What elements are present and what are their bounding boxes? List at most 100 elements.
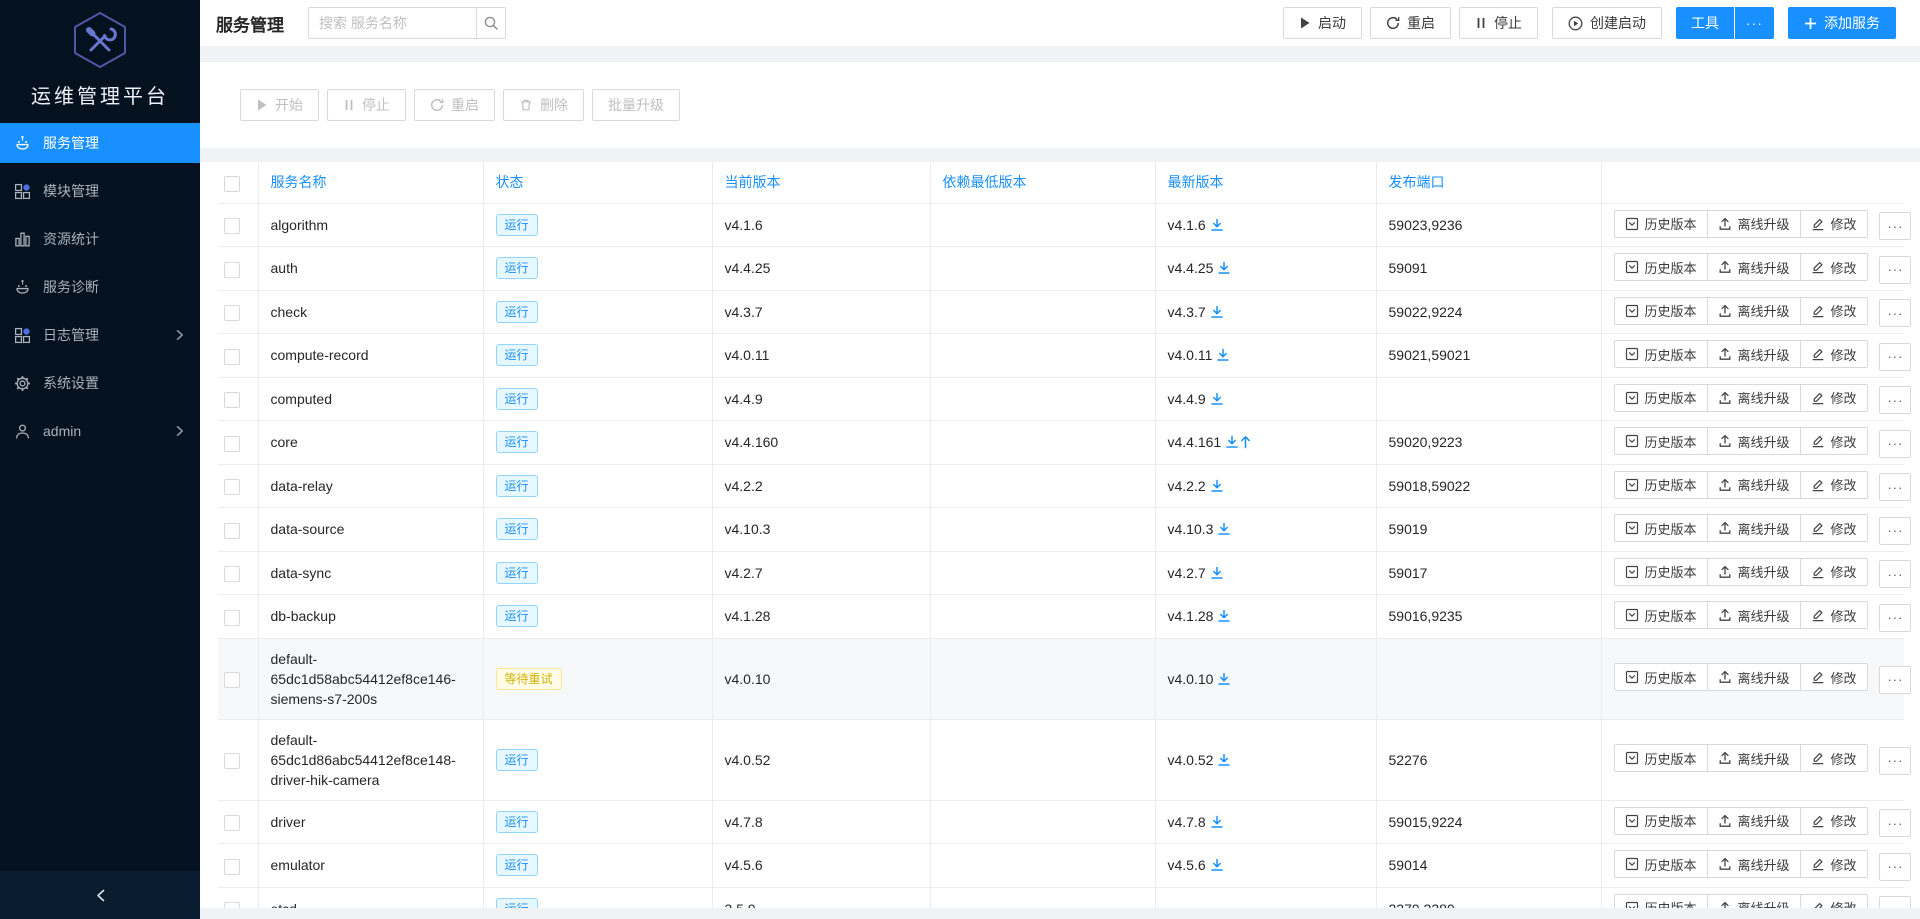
offline-upgrade-button[interactable]: 离线升级 bbox=[1706, 744, 1801, 773]
history-version-button[interactable]: 历史版本 bbox=[1613, 340, 1708, 368]
row-more-button[interactable]: ··· bbox=[1879, 809, 1912, 837]
row-more-button[interactable]: ··· bbox=[1879, 299, 1912, 327]
add-service-button[interactable]: 添加服务 bbox=[1788, 7, 1896, 39]
edit-button[interactable]: 修改 bbox=[1799, 514, 1868, 542]
download-icon[interactable] bbox=[1210, 566, 1224, 580]
offline-upgrade-button[interactable]: 离线升级 bbox=[1706, 601, 1801, 629]
row-checkbox[interactable] bbox=[224, 609, 240, 626]
bulk-restart-button[interactable]: 重启 bbox=[414, 89, 495, 121]
start-services-button[interactable]: 启动 bbox=[1283, 7, 1362, 39]
history-version-button[interactable]: 历史版本 bbox=[1613, 209, 1708, 238]
sidebar-item-log-management[interactable]: 日志管理 bbox=[0, 315, 200, 355]
offline-upgrade-button[interactable]: 离线升级 bbox=[1706, 557, 1801, 586]
history-version-button[interactable]: 历史版本 bbox=[1613, 557, 1708, 586]
tools-button[interactable]: 工具 bbox=[1676, 7, 1734, 39]
history-version-button[interactable]: 历史版本 bbox=[1613, 601, 1708, 629]
row-more-button[interactable]: ··· bbox=[1879, 212, 1912, 240]
row-more-button[interactable]: ··· bbox=[1879, 386, 1912, 414]
edit-button[interactable]: 修改 bbox=[1799, 663, 1868, 692]
download-icon[interactable] bbox=[1217, 609, 1231, 623]
row-checkbox[interactable] bbox=[224, 218, 240, 235]
sidebar-item-resource-statistics[interactable]: 资源统计 bbox=[0, 219, 200, 259]
bulk-stop-button[interactable]: 停止 bbox=[327, 89, 406, 121]
stop-services-button[interactable]: 停止 bbox=[1459, 7, 1538, 39]
history-version-button[interactable]: 历史版本 bbox=[1613, 850, 1708, 878]
row-more-button[interactable]: ··· bbox=[1879, 255, 1912, 284]
history-version-button[interactable]: 历史版本 bbox=[1613, 296, 1708, 325]
upgrade-arrow-icon[interactable] bbox=[1239, 435, 1252, 449]
column-header-current-version[interactable]: 当前版本 bbox=[712, 162, 931, 204]
download-icon[interactable] bbox=[1210, 305, 1224, 319]
sidebar-item-admin[interactable]: admin bbox=[0, 411, 200, 451]
edit-button[interactable]: 修改 bbox=[1799, 601, 1868, 629]
sidebar-item-module-management[interactable]: 模块管理 bbox=[0, 171, 200, 211]
edit-button[interactable]: 修改 bbox=[1799, 893, 1868, 908]
edit-button[interactable]: 修改 bbox=[1799, 470, 1868, 499]
offline-upgrade-button[interactable]: 离线升级 bbox=[1706, 340, 1801, 368]
edit-button[interactable]: 修改 bbox=[1799, 209, 1868, 238]
download-icon[interactable] bbox=[1210, 392, 1224, 406]
restart-services-button[interactable]: 重启 bbox=[1370, 7, 1451, 39]
history-version-button[interactable]: 历史版本 bbox=[1613, 470, 1708, 499]
sidebar-item-service-diagnosis[interactable]: 服务诊断 bbox=[0, 267, 200, 307]
search-input[interactable] bbox=[308, 7, 476, 39]
row-more-button[interactable]: ··· bbox=[1879, 516, 1912, 545]
offline-upgrade-button[interactable]: 离线升级 bbox=[1706, 296, 1801, 325]
column-header-ports[interactable]: 发布端口 bbox=[1376, 162, 1602, 204]
row-checkbox[interactable] bbox=[224, 305, 240, 322]
offline-upgrade-button[interactable]: 离线升级 bbox=[1706, 209, 1801, 238]
download-icon[interactable] bbox=[1217, 672, 1231, 686]
row-more-button[interactable]: ··· bbox=[1879, 896, 1912, 908]
sidebar-collapse-button[interactable] bbox=[0, 871, 200, 919]
offline-upgrade-button[interactable]: 离线升级 bbox=[1706, 850, 1801, 878]
history-version-button[interactable]: 历史版本 bbox=[1613, 893, 1708, 908]
column-header-service-name[interactable]: 服务名称 bbox=[258, 162, 484, 204]
row-checkbox[interactable] bbox=[224, 671, 240, 688]
edit-button[interactable]: 修改 bbox=[1799, 340, 1868, 368]
offline-upgrade-button[interactable]: 离线升级 bbox=[1706, 470, 1801, 499]
search-button[interactable] bbox=[476, 7, 506, 39]
create-start-button[interactable]: 创建启动 bbox=[1552, 7, 1662, 39]
offline-upgrade-button[interactable]: 离线升级 bbox=[1706, 514, 1801, 542]
offline-upgrade-button[interactable]: 离线升级 bbox=[1706, 893, 1801, 908]
column-header-min-dependency[interactable]: 依赖最低版本 bbox=[930, 162, 1156, 204]
row-checkbox[interactable] bbox=[224, 261, 240, 278]
download-icon[interactable] bbox=[1217, 753, 1231, 767]
row-more-button[interactable]: ··· bbox=[1879, 852, 1912, 881]
row-more-button[interactable]: ··· bbox=[1879, 473, 1912, 501]
column-header-latest-version[interactable]: 最新版本 bbox=[1155, 162, 1377, 204]
download-icon[interactable] bbox=[1217, 261, 1231, 275]
row-checkbox[interactable] bbox=[224, 752, 240, 769]
download-icon[interactable] bbox=[1210, 479, 1224, 493]
edit-button[interactable]: 修改 bbox=[1799, 427, 1868, 455]
bulk-start-button[interactable]: 开始 bbox=[240, 89, 319, 121]
row-more-button[interactable]: ··· bbox=[1879, 560, 1912, 588]
offline-upgrade-button[interactable]: 离线升级 bbox=[1706, 427, 1801, 455]
row-checkbox[interactable] bbox=[224, 392, 240, 409]
edit-button[interactable]: 修改 bbox=[1799, 744, 1868, 773]
edit-button[interactable]: 修改 bbox=[1799, 557, 1868, 586]
download-icon[interactable] bbox=[1217, 522, 1231, 536]
download-icon[interactable] bbox=[1210, 218, 1224, 232]
row-checkbox[interactable] bbox=[224, 815, 240, 832]
row-more-button[interactable]: ··· bbox=[1879, 746, 1912, 775]
offline-upgrade-button[interactable]: 离线升级 bbox=[1706, 806, 1801, 835]
history-version-button[interactable]: 历史版本 bbox=[1613, 253, 1708, 281]
bulk-delete-button[interactable]: 删除 bbox=[503, 89, 584, 121]
download-icon[interactable] bbox=[1210, 858, 1224, 872]
sidebar-item-service-management[interactable]: 服务管理 bbox=[0, 123, 200, 163]
row-more-button[interactable]: ··· bbox=[1879, 603, 1912, 632]
download-icon[interactable] bbox=[1210, 815, 1224, 829]
edit-button[interactable]: 修改 bbox=[1799, 806, 1868, 835]
offline-upgrade-button[interactable]: 离线升级 bbox=[1706, 253, 1801, 281]
history-version-button[interactable]: 历史版本 bbox=[1613, 663, 1708, 692]
history-version-button[interactable]: 历史版本 bbox=[1613, 806, 1708, 835]
edit-button[interactable]: 修改 bbox=[1799, 850, 1868, 878]
row-more-button[interactable]: ··· bbox=[1879, 429, 1912, 458]
row-more-button[interactable]: ··· bbox=[1879, 342, 1912, 371]
bulk-batch-upgrade-button[interactable]: 批量升级 bbox=[592, 89, 680, 121]
offline-upgrade-button[interactable]: 离线升级 bbox=[1706, 383, 1801, 412]
column-header-status[interactable]: 状态 bbox=[483, 162, 713, 204]
history-version-button[interactable]: 历史版本 bbox=[1613, 383, 1708, 412]
history-version-button[interactable]: 历史版本 bbox=[1613, 514, 1708, 542]
